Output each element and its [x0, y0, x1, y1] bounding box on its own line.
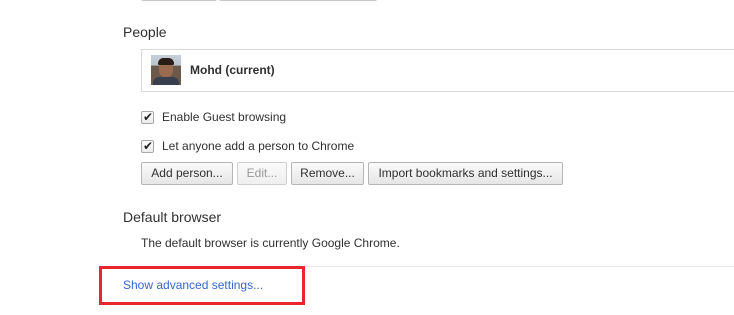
default-browser-section-title: Default browser: [123, 209, 222, 225]
highlight-box: [99, 266, 305, 305]
previous-section-button[interactable]: [141, 0, 217, 1]
default-browser-description: The default browser is currently Google …: [141, 236, 400, 250]
profiles-list[interactable]: Mohd (current): [141, 49, 734, 92]
checkbox-box[interactable]: ✔: [141, 110, 154, 124]
checkbox-box[interactable]: ✔: [141, 139, 154, 153]
check-icon: ✔: [143, 110, 154, 124]
check-icon: ✔: [143, 139, 154, 153]
enable-guest-browsing-checkbox[interactable]: ✔ Enable Guest browsing: [141, 110, 341, 125]
remove-button[interactable]: Remove...: [291, 162, 364, 185]
profile-name: Mohd (current): [190, 63, 275, 77]
import-bookmarks-button[interactable]: Import bookmarks and settings...: [368, 162, 563, 185]
people-section-title: People: [123, 24, 167, 40]
previous-section-button[interactable]: [219, 0, 377, 1]
edit-button[interactable]: Edit...: [237, 162, 287, 185]
add-person-button[interactable]: Add person...: [141, 162, 233, 185]
let-anyone-add-person-checkbox[interactable]: ✔ Let anyone add a person to Chrome: [141, 139, 381, 154]
checkbox-label: Let anyone add a person to Chrome: [162, 139, 355, 153]
avatar: [151, 55, 181, 85]
checkbox-label: Enable Guest browsing: [162, 110, 287, 124]
